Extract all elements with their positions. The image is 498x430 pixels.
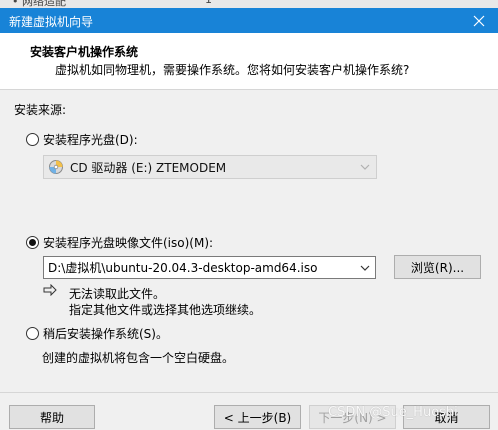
iso-radio[interactable]: 安装程序光盘映像文件(iso)(M): xyxy=(26,234,213,251)
iso-radio-button[interactable] xyxy=(26,236,39,249)
cd-drive-icon xyxy=(49,160,63,174)
later-radio-label: 稍后安装操作系统(S)。 xyxy=(43,327,168,341)
source-label: 安装来源: xyxy=(14,103,67,117)
close-icon xyxy=(473,15,485,26)
iso-warning-line2: 指定其他文件或选择其他选项继续。 xyxy=(69,303,262,317)
chevron-down-icon[interactable] xyxy=(360,261,370,275)
wizard-header: 安装客户机操作系统 虚拟机如同物理机，需要操作系统。您将如何安装客户机操作系统? xyxy=(0,33,498,90)
help-button[interactable]: 帮助 xyxy=(9,405,95,429)
drive-select[interactable]: CD 驱动器 (E:) ZTEMODEM xyxy=(43,155,377,179)
close-button[interactable] xyxy=(460,8,498,33)
disc-radio[interactable]: 安装程序光盘(D): xyxy=(26,131,138,148)
iso-warning-line1: 无法读取此文件。 xyxy=(69,287,166,301)
disc-radio-button[interactable] xyxy=(26,133,39,146)
header-subtitle: 虚拟机如同物理机，需要操作系统。您将如何安装客户机操作系统? xyxy=(55,63,410,77)
chevron-down-icon xyxy=(360,164,370,170)
disc-radio-label: 安装程序光盘(D): xyxy=(43,133,138,147)
header-title: 安装客户机操作系统 xyxy=(30,45,139,59)
window-title: 新建虚拟机向导 xyxy=(9,15,94,29)
footer-divider xyxy=(0,392,498,393)
browse-button[interactable]: 浏览(R)... xyxy=(394,255,481,279)
later-radio-button[interactable] xyxy=(26,327,39,340)
background-window-strip: • 网络适配 1 xyxy=(0,0,498,8)
iso-path-value[interactable]: D:\虚拟机\ubuntu-20.04.3-desktop-amd64.iso xyxy=(48,259,317,276)
later-description: 创建的虚拟机将包含一个空白硬盘。 xyxy=(42,351,235,365)
background-window-text: • 网络适配 xyxy=(12,0,66,8)
drive-select-value: CD 驱动器 (E:) ZTEMODEM xyxy=(70,160,227,175)
iso-path-input[interactable]: D:\虚拟机\ubuntu-20.04.3-desktop-amd64.iso xyxy=(43,256,376,279)
later-radio[interactable]: 稍后安装操作系统(S)。 xyxy=(26,325,168,342)
arrow-right-icon xyxy=(43,284,57,296)
iso-radio-label: 安装程序光盘映像文件(iso)(M): xyxy=(43,236,214,250)
watermark: CSDN @Sue_Huoshi xyxy=(328,405,458,420)
back-button[interactable]: < 上一步(B) xyxy=(214,405,301,429)
background-window-number: 1 xyxy=(205,0,212,6)
title-bar: 新建虚拟机向导 xyxy=(0,8,498,33)
